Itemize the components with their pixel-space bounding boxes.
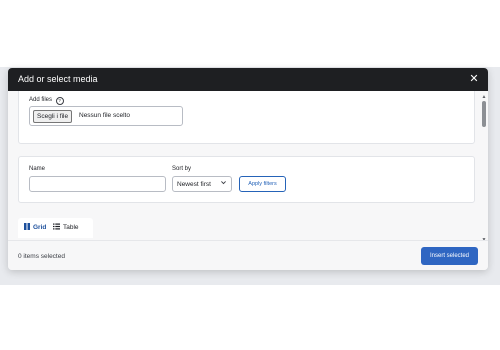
tab-grid[interactable]: Grid	[24, 223, 46, 233]
filters-card: Name Sort by Newest first Apply filters	[18, 156, 475, 203]
name-input[interactable]	[29, 176, 166, 192]
media-dialog: Add or select media ✕ Add files ? Scegli…	[8, 68, 488, 270]
insert-selected-button[interactable]: Insert selected	[421, 247, 478, 265]
view-tabs: Grid Table	[18, 218, 93, 238]
sort-label: Sort by	[172, 166, 192, 172]
tab-table[interactable]: Table	[53, 223, 79, 233]
dialog-body: Add files ? Scegli i file Nessun file sc…	[8, 91, 488, 240]
dialog-scrollbar[interactable]: ▲ ▼	[480, 91, 488, 246]
sort-select-value: Newest first	[177, 181, 211, 188]
scroll-up-arrow-icon[interactable]: ▲	[481, 94, 487, 100]
name-label: Name	[29, 166, 46, 172]
dialog-title: Add or select media	[18, 74, 98, 84]
tab-table-label: Table	[63, 224, 79, 231]
close-icon[interactable]: ✕	[466, 71, 482, 87]
choose-files-button[interactable]: Scegli i file	[33, 110, 73, 123]
upload-card: Add files ? Scegli i file Nessun file sc…	[18, 91, 475, 144]
chevron-down-icon	[220, 179, 227, 190]
file-status-text: Nessun file scelto	[79, 112, 130, 119]
grid-icon	[24, 223, 30, 233]
selected-count: 0 items selected	[18, 253, 65, 260]
scrollbar-thumb[interactable]	[482, 101, 486, 127]
dialog-footer: 0 items selected Insert selected	[8, 240, 488, 270]
tab-grid-label: Grid	[33, 224, 47, 231]
sort-select[interactable]: Newest first	[172, 176, 232, 192]
add-files-label: Add files ?	[29, 96, 64, 105]
add-files-text: Add files	[29, 97, 53, 103]
file-input[interactable]: Scegli i file Nessun file scelto	[29, 106, 183, 126]
help-icon[interactable]: ?	[55, 97, 64, 105]
dialog-header: Add or select media ✕	[8, 68, 488, 91]
table-icon	[53, 223, 60, 233]
apply-filters-button[interactable]: Apply filters	[239, 176, 286, 192]
